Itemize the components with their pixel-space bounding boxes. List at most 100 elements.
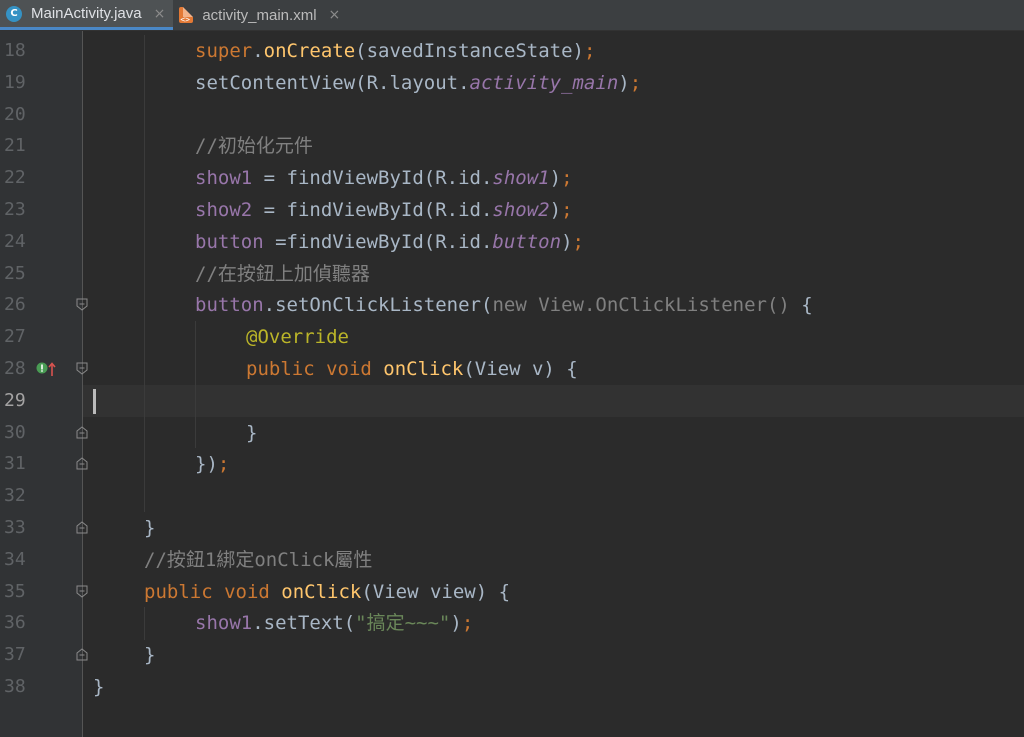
code-line[interactable]: 38} bbox=[0, 671, 1024, 703]
code-token: ) bbox=[561, 230, 573, 253]
code-token: ; bbox=[583, 40, 596, 62]
code-token: } bbox=[93, 676, 105, 698]
code-line[interactable]: 35 public void onClick(View view) { bbox=[0, 576, 1024, 608]
code-line[interactable]: 22 show1 = findViewById(R.id.show1); bbox=[0, 162, 1024, 194]
code-token: //初始化元件 bbox=[195, 135, 313, 158]
line-number: 20 bbox=[4, 103, 26, 125]
line-number: 27 bbox=[4, 326, 26, 348]
editor-tab-bar: C MainActivity.java × activity_main.xml … bbox=[0, 0, 1024, 31]
code-line[interactable]: 26 button.setOnClickListener(new View.OnC… bbox=[0, 289, 1024, 321]
code-token: ) bbox=[549, 199, 562, 221]
code-token: (View v) { bbox=[463, 358, 578, 380]
code-token: show2 bbox=[492, 199, 550, 221]
code-text: //初始化元件 bbox=[195, 130, 313, 162]
code-token: ; bbox=[461, 612, 474, 635]
code-line[interactable]: 28 public void onClick(View v) { bbox=[0, 353, 1024, 385]
code-token: super bbox=[195, 40, 253, 62]
code-token: } bbox=[144, 517, 156, 539]
tab-activity-main-xml[interactable]: activity_main.xml × bbox=[173, 0, 348, 30]
line-number: 36 bbox=[4, 612, 26, 634]
code-token: //按鈕1綁定onClick屬性 bbox=[144, 548, 373, 571]
text-caret bbox=[93, 389, 96, 414]
fold-end-icon[interactable] bbox=[76, 521, 88, 534]
fold-start-icon[interactable] bbox=[76, 362, 88, 375]
code-line[interactable]: 31}); bbox=[0, 448, 1024, 480]
code-token: show1 bbox=[195, 612, 253, 635]
code-token: "搞定~~~" bbox=[355, 612, 451, 635]
fold-end-icon[interactable] bbox=[76, 648, 88, 661]
code-line[interactable]: 34 //按鈕1綁定onClick屬性 bbox=[0, 544, 1024, 576]
code-line[interactable]: 25 //在按鈕上加偵聽器 bbox=[0, 258, 1024, 290]
code-token: public void bbox=[144, 580, 282, 603]
code-line[interactable]: 29 bbox=[0, 385, 1024, 417]
code-line[interactable]: 21 //初始化元件 bbox=[0, 130, 1024, 162]
code-text: } bbox=[246, 417, 257, 449]
code-token: }) bbox=[195, 453, 218, 476]
code-token: . bbox=[263, 294, 276, 317]
code-line[interactable]: 33} bbox=[0, 512, 1024, 544]
line-number: 35 bbox=[4, 580, 26, 602]
code-line[interactable]: 20 bbox=[0, 99, 1024, 131]
code-line[interactable]: 24 button =findViewById(R.id.button); bbox=[0, 226, 1024, 258]
indent-guide bbox=[195, 321, 196, 448]
fold-end-icon[interactable] bbox=[76, 425, 88, 439]
code-token: . bbox=[252, 40, 264, 62]
line-number: 18 bbox=[4, 40, 26, 61]
code-token: button bbox=[195, 230, 264, 253]
tab-label: MainActivity.java bbox=[31, 5, 142, 22]
tab-main-activity-java[interactable]: C MainActivity.java × bbox=[0, 0, 174, 30]
implements-method-gutter-icon[interactable] bbox=[36, 361, 58, 377]
code-token: ) bbox=[450, 612, 462, 635]
code-line[interactable]: 37} bbox=[0, 639, 1024, 671]
line-number: 33 bbox=[4, 517, 26, 538]
indent-guide bbox=[144, 607, 145, 640]
code-token: ) bbox=[549, 167, 562, 190]
fold-start-icon[interactable] bbox=[76, 585, 88, 598]
code-token: show1 bbox=[492, 167, 550, 190]
code-token: onCreate bbox=[263, 40, 356, 62]
code-line[interactable]: 36 show1.setText("搞定~~~"); bbox=[0, 607, 1024, 639]
code-token: ) bbox=[618, 71, 630, 94]
code-text: }); bbox=[195, 448, 229, 480]
code-text: show2 = findViewById(R.id.show2); bbox=[195, 194, 573, 226]
code-line[interactable]: 27 @Override bbox=[0, 321, 1024, 353]
code-token: new View.OnClickListener() bbox=[492, 294, 790, 317]
code-token: (savedInstanceState) bbox=[355, 40, 584, 62]
code-token: show1 bbox=[195, 167, 253, 190]
close-icon[interactable]: × bbox=[329, 7, 341, 23]
line-number: 22 bbox=[4, 167, 26, 189]
code-line[interactable]: 30} bbox=[0, 417, 1024, 449]
code-text: show1.setText("搞定~~~"); bbox=[195, 607, 473, 639]
code-line[interactable]: 23 show2 = findViewById(R.id.show2); bbox=[0, 194, 1024, 226]
line-number: 28 bbox=[4, 358, 26, 379]
line-number: 26 bbox=[4, 294, 26, 316]
code-line[interactable]: 19 setContentView(R.layout.activity_main)… bbox=[0, 67, 1024, 99]
code-token: activity_main bbox=[469, 71, 619, 94]
line-number: 31 bbox=[4, 453, 26, 475]
line-number: 37 bbox=[4, 644, 26, 666]
code-text: super.onCreate(savedInstanceState); bbox=[195, 35, 595, 67]
code-token: } bbox=[246, 421, 258, 444]
code-token: ; bbox=[561, 199, 573, 221]
code-text: } bbox=[144, 512, 155, 544]
code-token: onClick bbox=[281, 580, 362, 603]
code-line[interactable]: 32 bbox=[0, 480, 1024, 512]
line-number: 30 bbox=[4, 421, 26, 443]
code-token: show2 bbox=[195, 199, 253, 221]
fold-start-icon[interactable] bbox=[76, 298, 88, 312]
code-text: } bbox=[144, 639, 155, 671]
fold-end-icon[interactable] bbox=[76, 457, 88, 470]
code-token: @Override bbox=[246, 326, 349, 349]
line-number: 29 bbox=[4, 389, 26, 411]
code-token: .setText( bbox=[252, 612, 356, 635]
code-token: setOnClickListener( bbox=[275, 294, 493, 317]
code-text: show1 = findViewById(R.id.show1); bbox=[195, 162, 573, 194]
code-line[interactable]: 18 super.onCreate(savedInstanceState); bbox=[0, 35, 1024, 67]
indent-guide bbox=[144, 35, 145, 512]
line-number: 19 bbox=[4, 71, 26, 93]
line-number: 34 bbox=[4, 548, 26, 570]
code-token: //在按鈕上加偵聽器 bbox=[195, 262, 370, 285]
line-number: 38 bbox=[4, 676, 26, 697]
close-icon[interactable]: × bbox=[154, 6, 166, 22]
code-text: setContentView(R.layout.activity_main); bbox=[195, 67, 641, 99]
